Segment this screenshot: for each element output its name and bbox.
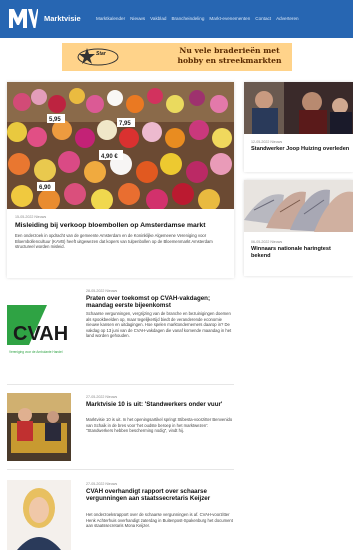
banner-line-2: hobby en streekmarkten	[177, 56, 282, 65]
marktvisie-logo[interactable]	[8, 6, 38, 30]
article-thumbnail-cvah[interactable]: CVAH Vereniging voor de Ambulante Handel	[7, 287, 71, 367]
featured-image-tulip-market[interactable]: 5,95 7,95 4,90 € 6,90	[7, 82, 234, 209]
price-tag-text: 7,95	[119, 121, 131, 127]
nav-item-adverteren[interactable]: Adverteren	[276, 16, 298, 21]
main-nav: Marktkalender Nieuws Vakblad Brancheinde…	[96, 16, 299, 21]
cvah-logo-subtitle: Vereniging voor de Ambulante Handel	[9, 350, 63, 354]
banner-text: Nu vele braderieën met hobby en streekma…	[172, 46, 287, 66]
cvah-logo: CVAH Vereniging voor de Ambulante Handel	[7, 287, 71, 367]
article-list-item[interactable]: 27-05-2022 Nieuws CVAH overhandigt rappo…	[7, 480, 234, 552]
featured-title[interactable]: Misleiding bij verkoop bloembollen op Am…	[15, 222, 230, 230]
banner-logo-text: Star	[96, 51, 106, 57]
market-crowd-image	[244, 82, 353, 134]
article-meta: 27-05-2022 Nieuws	[86, 395, 118, 399]
side-article-image[interactable]	[244, 180, 353, 232]
site-header: Marktvisie Marktkalender Nieuws Vakblad …	[0, 0, 353, 38]
article-divider	[7, 469, 234, 470]
star-logo-icon	[77, 48, 119, 66]
article-excerpt: Marktvisie 10 is uit. In het openingsart…	[86, 417, 233, 434]
keijzer-portrait-image	[7, 480, 71, 550]
article-list-item[interactable]: CVAH Vereniging voor de Ambulante Handel…	[7, 287, 234, 373]
side-article-title[interactable]: Standwerker Joop Huizing overleden	[251, 146, 351, 153]
side-article[interactable]: 06-05-2022 Nieuws Winnaars nationale har…	[244, 180, 353, 276]
article-divider	[7, 384, 234, 385]
nav-item-contact[interactable]: Contact	[255, 16, 271, 21]
nav-item-markt-evenementen[interactable]: Markt-evenementen	[209, 16, 250, 21]
article-thumbnail-standwerker[interactable]	[7, 393, 71, 461]
nav-item-brancheindeling[interactable]: Brancheindeling	[171, 16, 204, 21]
nav-item-nieuws[interactable]: Nieuws	[130, 16, 145, 21]
article-meta: 28-05-2022 Nieuws	[86, 289, 118, 293]
nav-item-vakblad[interactable]: Vakblad	[150, 16, 166, 21]
tulip-stall-image: 5,95 7,95 4,90 € 6,90	[7, 82, 234, 209]
article-title[interactable]: CVAH overhandigt rapport over schaarse v…	[86, 488, 234, 502]
featured-article[interactable]: 5,95 7,95 4,90 € 6,90 15-05-2022 Nieuws …	[7, 82, 234, 278]
advertisement-banner[interactable]: Star Nu vele braderieën met hobby en str…	[62, 43, 292, 71]
price-tag-text: 5,95	[49, 117, 61, 123]
side-article-meta: 06-05-2022 Nieuws	[251, 240, 283, 244]
article-title[interactable]: Marktvisie 10 is uit: 'Standwerkers onde…	[86, 401, 234, 408]
article-meta: 27-05-2022 Nieuws	[86, 482, 118, 486]
featured-excerpt: Een onderzoek in opdracht van de gemeent…	[15, 233, 213, 249]
price-tag-text: 4,90 €	[101, 154, 118, 160]
cvah-logo-text: CVAH	[13, 323, 68, 345]
side-article[interactable]: 12-05-2022 Nieuws Standwerker Joop Huizi…	[244, 82, 353, 172]
site-brand[interactable]: Marktvisie	[44, 14, 81, 23]
article-excerpt: Het onderzoeksrapport over de schaarse v…	[86, 512, 233, 529]
nav-item-marktkalender[interactable]: Marktkalender	[96, 16, 125, 21]
side-article-image[interactable]	[244, 82, 353, 134]
herring-image	[244, 180, 353, 232]
banner-line-1: Nu vele braderieën met	[179, 46, 280, 55]
price-tag-text: 6,90	[39, 185, 51, 191]
article-list-item[interactable]: 27-05-2022 Nieuws Marktvisie 10 is uit: …	[7, 393, 234, 465]
side-article-title[interactable]: Winnaars nationale haringtest bekend	[251, 246, 351, 260]
article-excerpt: Schaarse vergunningen, vergrijzing van d…	[86, 311, 232, 339]
side-article-meta: 12-05-2022 Nieuws	[251, 140, 283, 144]
featured-meta: 15-05-2022 Nieuws	[15, 215, 47, 219]
standwerker-image	[7, 393, 71, 461]
article-thumbnail-keijzer[interactable]	[7, 480, 71, 550]
article-title[interactable]: Praten over toekomst op CVAH-vakdagen; m…	[86, 295, 234, 309]
